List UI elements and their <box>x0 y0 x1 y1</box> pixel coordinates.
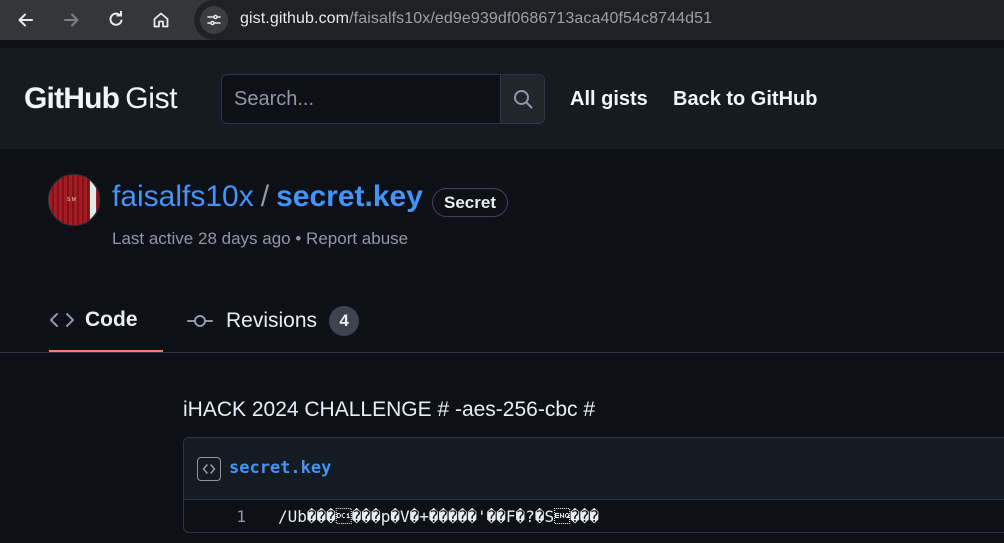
commit-icon <box>187 315 213 327</box>
reload-icon <box>109 11 123 26</box>
tune-icon <box>207 14 221 26</box>
avatar[interactable]: S M <box>48 174 100 226</box>
line-number[interactable]: 1 <box>214 507 246 526</box>
site-header: GitHub Gist All gists Back to GitHub <box>0 48 1004 149</box>
all-gists-link[interactable]: All gists <box>570 88 648 111</box>
file-header: secret.key <box>184 438 1004 500</box>
url-text[interactable]: gist.github.com/faisalfs10x/ed9e939df068… <box>240 10 712 28</box>
search-form <box>221 74 545 124</box>
file-container: secret.key 1 /Ub������p�V�+�����'��F�?�… <box>183 437 1004 533</box>
revisions-count-badge: 4 <box>329 306 360 336</box>
file-name-link[interactable]: secret.key <box>229 458 331 478</box>
avatar-stripe <box>90 175 96 225</box>
gist-description: iHACK 2024 CHALLENGE # -aes-256-cbc # <box>183 398 596 421</box>
home-button[interactable] <box>145 4 177 36</box>
last-active-text: Last active 28 days ago <box>112 229 291 248</box>
tab-code-label: Code <box>85 308 138 331</box>
home-icon <box>153 12 169 28</box>
tab-revisions[interactable]: Revisions 4 <box>187 290 360 352</box>
browser-toolbar: gist.github.com/faisalfs10x/ed9e939df068… <box>0 0 1004 40</box>
logo-gist-text: Gist <box>125 82 178 115</box>
tabs-divider <box>0 352 1004 353</box>
search-icon <box>513 90 532 109</box>
title-separator: / <box>260 180 270 213</box>
arrow-right-icon <box>64 13 79 27</box>
report-abuse-link[interactable]: Report abuse <box>306 229 408 248</box>
logo-github-text: GitHub <box>24 82 120 115</box>
site-info-button[interactable] <box>200 6 228 34</box>
search-input[interactable] <box>222 75 501 123</box>
file-code-icon <box>197 457 221 481</box>
owner-link[interactable]: faisalfs10x <box>112 180 254 214</box>
back-to-github-link[interactable]: Back to GitHub <box>673 88 817 111</box>
forward-button[interactable] <box>55 4 87 36</box>
tab-code[interactable]: Code <box>49 290 163 352</box>
avatar-text: S M <box>67 197 76 203</box>
github-gist-logo[interactable]: GitHub Gist <box>24 82 178 116</box>
arrow-left-icon <box>18 13 33 27</box>
meta-separator: • <box>295 229 302 248</box>
url-host: gist.github.com <box>240 10 350 27</box>
address-bar[interactable]: gist.github.com/faisalfs10x/ed9e939df068… <box>194 0 1004 40</box>
reload-button[interactable] <box>100 4 132 36</box>
secret-badge: Secret <box>432 188 508 217</box>
gist-meta: Last active 28 days ago • Report abuse <box>112 229 408 249</box>
code-icon <box>50 313 74 327</box>
code-square-icon <box>202 464 216 474</box>
url-path: /faisalfs10x/ed9e939df0686713aca40f54c87… <box>349 10 713 27</box>
code-line: /Ub������p�V�+�����'��F�?�S��� <box>278 507 599 526</box>
back-button[interactable] <box>10 4 42 36</box>
tab-revisions-label: Revisions <box>226 309 318 332</box>
gist-title: faisalfs10x / secret.key <box>112 180 423 214</box>
gist-file-link[interactable]: secret.key <box>276 180 423 214</box>
search-button[interactable] <box>500 75 544 123</box>
